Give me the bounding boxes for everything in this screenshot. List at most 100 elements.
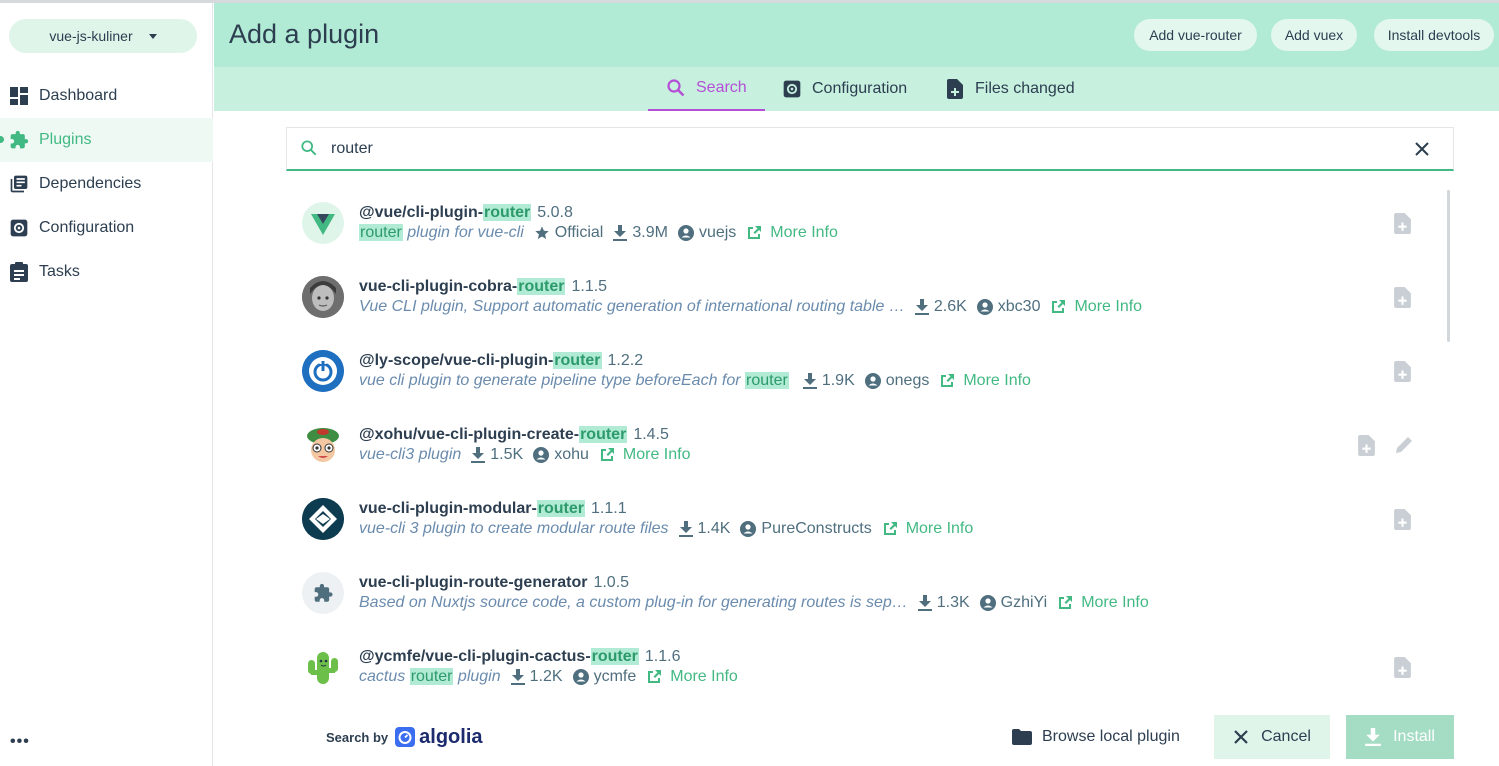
plugin-version: 1.1.5 [571, 278, 608, 295]
account-icon [677, 225, 694, 241]
folder-icon [1012, 729, 1032, 745]
plugin-author: xbc30 [976, 298, 1040, 316]
sidebar-item-configuration[interactable]: Configuration [0, 206, 213, 250]
download-icon [1365, 728, 1381, 746]
download-count: 1.3K [917, 594, 970, 612]
install-button[interactable]: Install [1346, 715, 1454, 759]
plugin-meta: vue cli plugin to generate pipeline type… [359, 372, 1031, 390]
more-menu-button[interactable]: ••• [10, 734, 30, 750]
sidebar-item-label: Dependencies [39, 175, 142, 192]
search-icon [301, 140, 319, 158]
tab-label: Files changed [975, 80, 1075, 97]
plugin-meta: cactus router plugin 1.2K ycmfe More Inf… [359, 668, 738, 685]
close-icon[interactable] [1413, 140, 1431, 158]
account-icon [572, 669, 589, 685]
dashboard-icon [9, 86, 29, 106]
more-info-link[interactable]: More Info [939, 372, 1031, 390]
add-vue-router-button[interactable]: Add vue-router [1134, 19, 1257, 51]
search-by-algolia: Search by algolia [326, 724, 483, 750]
add-file-icon[interactable] [1394, 509, 1414, 531]
results-scrollbar[interactable] [1447, 190, 1450, 342]
add-file-icon[interactable] [1394, 361, 1414, 383]
plugin-author: ycmfe [572, 668, 636, 685]
file-plus-icon [945, 79, 965, 99]
add-vuex-button[interactable]: Add vuex [1271, 19, 1357, 51]
plugin-row-vue-cli-plugin-router[interactable]: @vue/cli-plugin-router 5.0.8 router plugi… [286, 187, 1436, 261]
open-in-new-icon [1059, 596, 1073, 609]
plugin-avatar [302, 646, 344, 685]
project-name: vue-js-kuliner [49, 28, 133, 44]
algolia-wordmark: algolia [419, 725, 483, 748]
download-icon [802, 373, 817, 389]
plugin-avatar [302, 572, 344, 614]
sidebar-item-label: Dashboard [39, 87, 118, 104]
more-info-link[interactable]: More Info [1050, 298, 1142, 316]
plugin-name: @xohu/vue-cli-plugin-create-router 1.4.5 [359, 426, 669, 443]
sidebar-item-tasks[interactable]: Tasks [0, 250, 213, 294]
pencil-icon[interactable] [1394, 435, 1414, 457]
plugin-author: vuejs [677, 224, 736, 242]
plugin-version: 1.0.5 [593, 574, 630, 591]
open-in-new-icon [600, 448, 614, 461]
plugin-description: router plugin for vue-cli [359, 224, 524, 241]
sidebar-item-dependencies[interactable]: Dependencies [0, 162, 213, 206]
more-info-link[interactable]: More Info [882, 520, 973, 538]
open-in-new-icon [941, 374, 955, 387]
plugin-author: xohu [533, 446, 589, 464]
download-count: 1.5K [471, 446, 523, 464]
plugin-row-vue-cli-plugin-route-generator[interactable]: vue-cli-plugin-route-generator 1.0.5 Base… [286, 557, 1436, 631]
tab-label: Search [696, 79, 747, 96]
download-count: 1.4K [678, 520, 730, 538]
plugin-row-xohu-vue-cli-plugin-create-router[interactable]: @xohu/vue-cli-plugin-create-router 1.4.5 … [286, 409, 1436, 483]
tab-files-changed[interactable]: Files changed [945, 67, 1075, 111]
open-in-new-icon [648, 670, 662, 683]
plugin-meta: vue-cli3 plugin 1.5K xohu More Info [359, 446, 691, 464]
account-icon [864, 373, 881, 389]
star-icon [535, 226, 549, 239]
search-input[interactable] [331, 138, 1391, 160]
open-in-new-icon [1052, 300, 1066, 313]
plugin-row-vue-cli-plugin-modular-router[interactable]: vue-cli-plugin-modular-router 1.1.1 vue-c… [286, 483, 1436, 557]
tab-configuration[interactable]: Configuration [782, 67, 907, 111]
plugin-name: @ly-scope/vue-cli-plugin-router 1.2.2 [359, 352, 644, 369]
plugin-avatar [302, 498, 344, 540]
install-devtools-button[interactable]: Install devtools [1374, 19, 1494, 51]
plugin-description: Vue CLI plugin, Support automatic genera… [359, 298, 905, 315]
more-info-link[interactable]: More Info [746, 224, 838, 242]
download-icon [678, 521, 693, 537]
cancel-button[interactable]: Cancel [1214, 715, 1330, 759]
download-count: 3.9M [613, 224, 668, 242]
sidebar-item-label: Plugins [39, 131, 92, 148]
plugin-name: vue-cli-plugin-cobra-router 1.1.5 [359, 278, 608, 295]
plugin-row-ycmfe-vue-cli-plugin-cactus-router[interactable]: @ycmfe/vue-cli-plugin-cactus-router 1.1.6… [286, 631, 1436, 685]
add-file-icon[interactable] [1358, 435, 1378, 457]
browse-local-plugin-button[interactable]: Browse local plugin [1012, 726, 1180, 748]
close-icon [1234, 730, 1248, 744]
sidebar-item-dashboard[interactable]: Dashboard [0, 74, 213, 118]
add-file-icon[interactable] [1394, 657, 1414, 679]
more-info-link[interactable]: More Info [599, 446, 691, 464]
puzzle-icon [9, 130, 29, 150]
plugin-results-list: @vue/cli-plugin-router 5.0.8 router plugi… [286, 187, 1454, 685]
download-icon [471, 447, 486, 463]
add-file-icon[interactable] [1394, 213, 1414, 235]
plugin-description: cactus router plugin [359, 668, 501, 685]
plugin-row-vue-cli-plugin-cobra-router[interactable]: vue-cli-plugin-cobra-router 1.1.5 Vue CLI… [286, 261, 1436, 335]
plugin-description: Based on Nuxtjs source code, a custom pl… [359, 594, 908, 611]
sidebar: vue-js-kuliner Dashboard Plugins Depende… [0, 3, 213, 766]
more-info-link[interactable]: More Info [646, 668, 738, 685]
plugin-row-ly-scope-vue-cli-plugin-router[interactable]: @ly-scope/vue-cli-plugin-router 1.2.2 vue… [286, 335, 1436, 409]
account-icon [976, 299, 993, 315]
plugin-meta: Based on Nuxtjs source code, a custom pl… [359, 594, 1149, 612]
plugin-meta: router plugin for vue-cli Official 3.9M … [359, 224, 838, 242]
download-icon [510, 669, 525, 685]
sidebar-item-plugins[interactable]: Plugins [0, 118, 213, 162]
settings-icon [782, 79, 802, 99]
plugin-avatar [302, 276, 344, 318]
caret-down-icon [148, 33, 157, 39]
add-file-icon[interactable] [1394, 287, 1414, 309]
more-info-link[interactable]: More Info [1057, 594, 1149, 612]
plugin-avatar [302, 424, 344, 466]
tab-search[interactable]: Search [648, 67, 765, 111]
project-selector[interactable]: vue-js-kuliner [9, 19, 197, 53]
